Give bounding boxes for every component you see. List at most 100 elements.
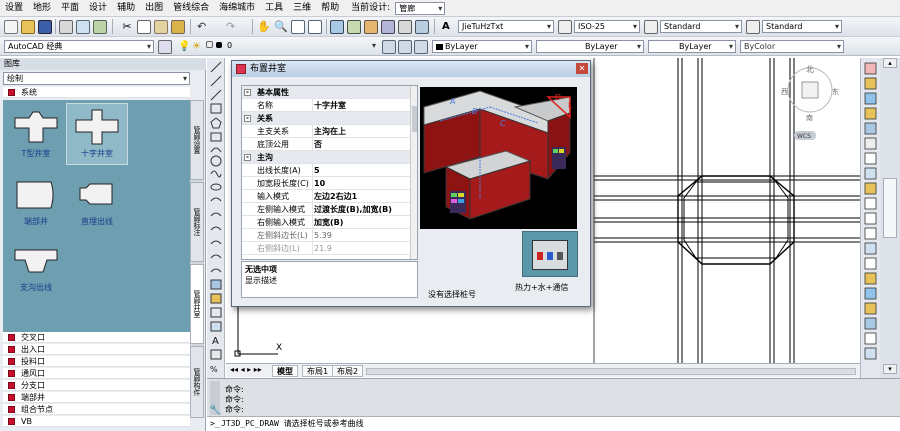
modify-tools-icon[interactable] <box>861 58 881 378</box>
match-properties-icon[interactable] <box>171 20 185 34</box>
menu-terrain[interactable]: 地形 <box>28 0 56 17</box>
draw-tools-icon[interactable]: A % <box>207 58 225 378</box>
tile-t-chamber[interactable]: T型井室 <box>6 104 66 164</box>
prop-row[interactable]: 底顶公用否 <box>242 138 410 151</box>
lineweight-select[interactable]: ByLayer <box>648 40 736 53</box>
prop-row[interactable]: 加宽段长度(C) 10 <box>242 177 410 190</box>
prop-value[interactable]: 10 <box>314 177 325 190</box>
category-item[interactable]: 出入口 <box>3 344 190 355</box>
plotstyle-select[interactable]: ByColor <box>740 40 844 53</box>
prop-value[interactable]: 十字井室 <box>314 99 346 112</box>
wcs-label[interactable]: WCS <box>797 133 811 140</box>
group-main-trench[interactable]: - 主沟 <box>242 151 410 164</box>
dialog-title-bar[interactable]: 布置井室 <box>232 61 590 77</box>
scroll-thumb[interactable] <box>883 178 897 238</box>
scroll-up-icon[interactable]: ▴ <box>883 58 897 68</box>
paste-icon[interactable] <box>154 20 168 34</box>
zoom-realtime-icon[interactable]: 🔍 <box>274 20 288 34</box>
category-item[interactable]: 端部井 <box>3 392 190 403</box>
dim-style-select[interactable]: ISO-25 <box>574 20 640 33</box>
collapse-icon[interactable]: - <box>244 89 251 96</box>
tool-palettes-icon[interactable] <box>364 20 378 34</box>
new-file-icon[interactable] <box>4 20 18 34</box>
menu-3d[interactable]: 三维 <box>288 0 316 17</box>
tab-layout1[interactable]: 布局1 <box>302 365 334 377</box>
tab-nav-arrows-icon[interactable]: ◂◂ ◂ ▸ ▸▸ <box>230 365 262 374</box>
make-object-layer-current-icon[interactable] <box>382 40 396 54</box>
markup-icon[interactable] <box>398 20 412 34</box>
prop-value[interactable]: 否 <box>314 138 322 151</box>
prop-value[interactable]: 5 <box>314 164 320 177</box>
category-item[interactable]: 分支口 <box>3 380 190 391</box>
prop-value[interactable]: 5.39 <box>314 229 332 242</box>
print-icon[interactable] <box>59 20 73 34</box>
tile-direct-burial-outlet[interactable]: 直埋出线 <box>67 172 127 232</box>
workspace-select[interactable]: AutoCAD 经典 <box>4 40 154 53</box>
save-icon[interactable] <box>38 20 52 34</box>
prop-row[interactable]: 出线长度(A) 5 <box>242 164 410 177</box>
pipeline-type-thumbnail[interactable] <box>522 231 578 277</box>
layer-lock-icon[interactable] <box>206 41 213 48</box>
menu-design[interactable]: 设计 <box>84 0 112 17</box>
group-relation[interactable]: - 关系 <box>242 112 410 125</box>
tab-layout2[interactable]: 布局2 <box>332 365 364 377</box>
category-system[interactable]: 系统 <box>3 87 190 98</box>
prop-row[interactable]: 左侧输入模式 过渡长度(B),加宽(B) <box>242 203 410 216</box>
undo-icon[interactable]: ↶ <box>197 20 211 34</box>
horizontal-scrollbar[interactable] <box>366 368 856 375</box>
prop-value[interactable]: 主沟在上 <box>314 125 346 138</box>
prop-row[interactable]: 左侧斜边长(L) 5.39 <box>242 229 410 242</box>
prop-row[interactable]: 输入模式 左边2右边1 <box>242 190 410 203</box>
print-preview-icon[interactable] <box>76 20 90 34</box>
layer-on-bulb-icon[interactable]: 💡 <box>178 40 192 54</box>
tile-cross-chamber[interactable]: 十字井室 <box>66 103 128 165</box>
prop-row[interactable]: 名称 十字井室 <box>242 99 410 112</box>
collapse-icon[interactable]: - <box>244 115 251 122</box>
menu-plan[interactable]: 平面 <box>56 0 84 17</box>
zoom-previous-icon[interactable] <box>308 20 322 34</box>
pan-hand-icon[interactable]: ✋ <box>257 20 271 34</box>
vtab-annotation[interactable]: 管廊标注 <box>190 182 204 262</box>
prop-row[interactable]: 右侧斜边(L) 21.9 <box>242 242 410 255</box>
menu-help[interactable]: 帮助 <box>316 0 344 17</box>
category-item[interactable]: 交叉口 <box>3 332 190 343</box>
redo-icon[interactable]: ↷ <box>226 20 240 34</box>
category-item[interactable]: 通风口 <box>3 368 190 379</box>
collapse-icon[interactable]: - <box>244 154 251 161</box>
calculator-icon[interactable] <box>415 20 429 34</box>
properties-icon[interactable] <box>330 20 344 34</box>
tab-model[interactable]: 模型 <box>272 365 298 377</box>
text-style-select[interactable]: JieTuHzTxt <box>458 20 554 33</box>
menu-sponge-city[interactable]: 海绵城市 <box>214 0 260 17</box>
table-style-select[interactable]: Standard <box>660 20 742 33</box>
layer-freeze-sun-icon[interactable]: ☀ <box>192 40 206 54</box>
category-item[interactable]: 投料口 <box>3 356 190 367</box>
category-item[interactable]: VB <box>3 416 190 427</box>
command-input[interactable]: >_ JT3D_PC_DRAW 请选择桩号或参考曲线 <box>207 416 900 431</box>
copy-icon[interactable] <box>137 20 151 34</box>
close-icon[interactable]: ✕ <box>576 63 588 74</box>
color-select[interactable]: ByLayer <box>432 40 532 53</box>
cut-icon[interactable]: ✂ <box>120 20 134 34</box>
publish-icon[interactable] <box>93 20 107 34</box>
linetype-select[interactable]: ByLayer <box>536 40 644 53</box>
tile-branch-trench-outlet[interactable]: 支沟出线 <box>6 238 66 298</box>
vertical-scrollbar[interactable]: ▴ ▾ <box>880 58 900 378</box>
layer-select[interactable]: 0 <box>224 40 378 53</box>
prop-value[interactable]: 过渡长度(B),加宽(B) <box>314 203 392 216</box>
mleader-style-select[interactable]: Standard <box>762 20 842 33</box>
tile-end-well[interactable]: 端部井 <box>6 172 66 232</box>
menu-tools[interactable]: 工具 <box>260 0 288 17</box>
menu-output[interactable]: 出图 <box>140 0 168 17</box>
layer-manager-icon[interactable] <box>158 40 172 54</box>
menu-pipe-integration[interactable]: 管线综合 <box>168 0 214 17</box>
menu-settings[interactable]: 设置 <box>0 0 28 17</box>
layer-previous-icon[interactable] <box>398 40 412 54</box>
library-category-select[interactable]: 绘制 <box>3 72 190 85</box>
vtab-chamber[interactable]: 管廊井室 <box>190 264 204 344</box>
wrench-icon[interactable]: 🔧 <box>209 405 221 416</box>
scroll-down-icon[interactable]: ▾ <box>883 364 897 374</box>
property-grid-scrollbar[interactable] <box>410 86 417 259</box>
layer-states-icon[interactable] <box>414 40 428 54</box>
prop-row[interactable]: 主支关系 主沟在上 <box>242 125 410 138</box>
